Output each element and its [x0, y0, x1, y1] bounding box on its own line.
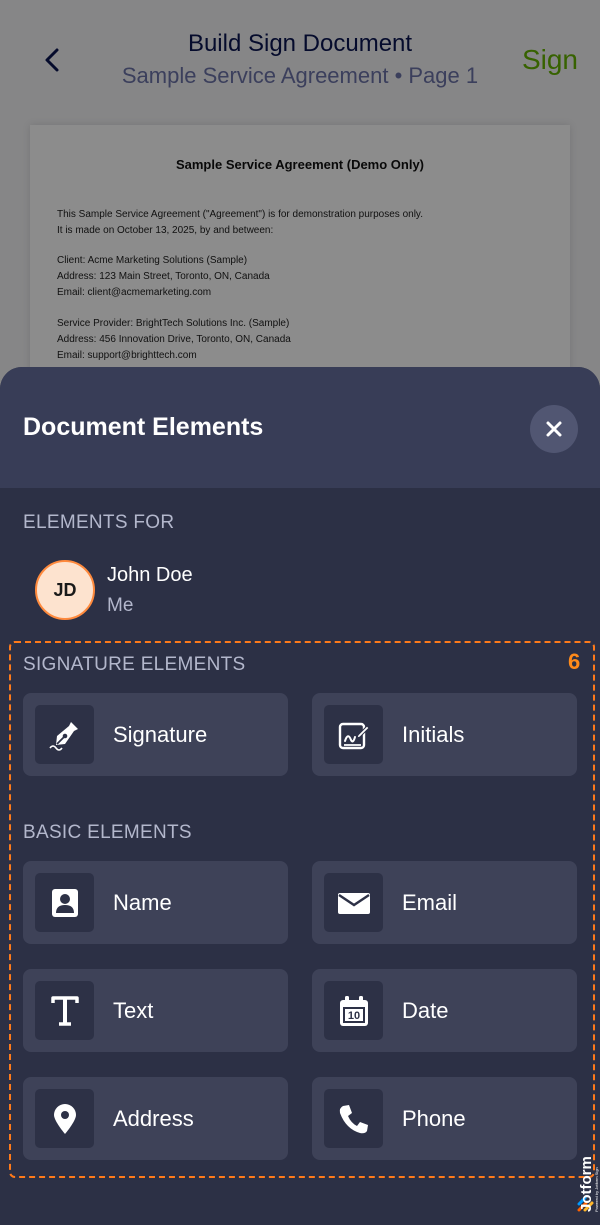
basic-elements-label: BASIC ELEMENTS	[23, 822, 192, 843]
sheet-title: Document Elements	[23, 413, 264, 441]
close-button[interactable]	[530, 405, 578, 453]
contact-card-icon	[35, 873, 94, 932]
signature-elements-label: SIGNATURE ELEMENTS	[23, 654, 246, 675]
email-element-button[interactable]: Email	[312, 861, 577, 944]
date-element-button[interactable]: 10 Date	[312, 969, 577, 1052]
initials-element-button[interactable]: Initials	[312, 693, 577, 776]
sheet-header: Document Elements	[0, 367, 600, 488]
name-element-button[interactable]: Name	[23, 861, 288, 944]
pen-nib-icon	[35, 705, 94, 764]
phone-label: Phone	[402, 1106, 466, 1131]
document-elements-sheet: Document Elements ELEMENTS FOR JD John D…	[0, 367, 600, 1225]
text-element-button[interactable]: Text	[23, 969, 288, 1052]
text-t-icon	[35, 981, 94, 1040]
date-label: Date	[402, 998, 449, 1023]
recipient-role: Me	[107, 595, 134, 616]
email-label: Email	[402, 890, 458, 915]
phone-element-button[interactable]: Phone	[312, 1077, 577, 1160]
signature-label: Signature	[113, 722, 208, 747]
address-element-button[interactable]: Address	[23, 1077, 288, 1160]
brand-tagline: Powered by Jotform Sign	[594, 1167, 599, 1212]
phone-icon	[324, 1089, 383, 1148]
recipient-name: John Doe	[107, 564, 193, 586]
text-label: Text	[113, 998, 154, 1023]
close-icon	[546, 421, 562, 437]
initials-icon	[324, 705, 383, 764]
address-label: Address	[113, 1106, 194, 1131]
initials-label: Initials	[402, 722, 465, 747]
map-pin-icon	[35, 1089, 94, 1148]
envelope-icon	[324, 873, 383, 932]
highlight-step-number: 6	[568, 649, 581, 674]
calendar-day-text: 10	[347, 1010, 359, 1022]
signature-element-button[interactable]: Signature	[23, 693, 288, 776]
calendar-icon: 10	[324, 981, 383, 1040]
avatar: JD	[35, 560, 95, 620]
brand-name: Jotform	[578, 1156, 595, 1212]
elements-for-label: ELEMENTS FOR	[23, 512, 175, 533]
name-label: Name	[113, 890, 172, 915]
